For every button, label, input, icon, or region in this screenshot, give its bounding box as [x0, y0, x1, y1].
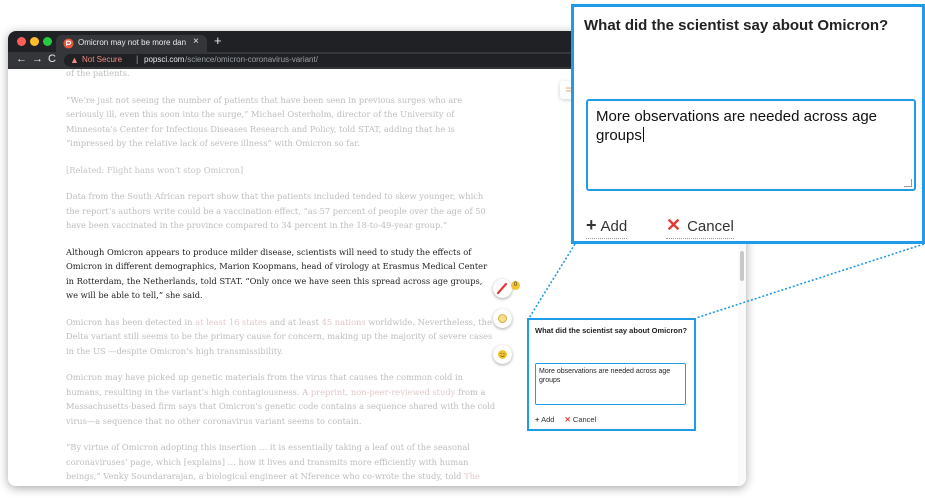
highlighted-paragraph: Although Omicron appears to produce mild…	[66, 246, 488, 301]
url-field[interactable]: ▲ Not Secure | popsci.com /science/omicr…	[64, 54, 584, 67]
article-paragraph: “By virtue of Omicron adopting this inse…	[66, 440, 496, 486]
pen-icon	[496, 282, 508, 295]
zoomed-annotation-form: What did the scientist say about Omicron…	[571, 4, 925, 244]
answer-textarea[interactable]: More observations are needed across age …	[535, 363, 686, 405]
cancel-button[interactable]: ✕ Cancel	[557, 415, 597, 424]
answer-text: More observations are needed across age …	[596, 108, 878, 144]
add-label: Add	[600, 218, 628, 235]
minimize-window-button[interactable]	[30, 37, 39, 46]
close-icon: ✕	[666, 215, 682, 235]
resize-handle[interactable]	[904, 179, 912, 187]
cancel-label: Cancel	[572, 415, 597, 424]
comment-tool-button[interactable]	[493, 309, 512, 328]
reload-button[interactable]: C	[48, 53, 56, 65]
tab-close-icon[interactable]: ×	[193, 36, 199, 47]
annotation-form-small: What did the scientist say about Omicron…	[527, 318, 696, 431]
article-body: of the patients. “We’re just not seeing …	[66, 69, 496, 486]
plus-icon: +	[535, 415, 540, 424]
paragraph-text: and at least	[267, 316, 322, 327]
article-paragraph: Omicron has been detected in at least 16…	[66, 315, 496, 359]
close-icon: ✕	[564, 415, 571, 424]
warning-icon: ▲	[70, 55, 79, 65]
paragraph-text: Omicron has been detected in	[66, 316, 196, 327]
preprint-study-link[interactable]: preprint, non-peer-reviewed study	[311, 387, 455, 397]
related-link[interactable]: [Related: Flight bans won’t stop Omicron…	[66, 163, 496, 178]
nations-link[interactable]: 45 nations	[322, 317, 366, 327]
url-path: /science/omicron-coronavirus-variant/	[185, 55, 318, 64]
tab-title: Omicron may not be more dan	[78, 38, 187, 47]
article-paragraph: of the patients.	[66, 69, 130, 78]
notification-badge: 0	[511, 281, 520, 290]
new-tab-button[interactable]: +	[214, 33, 222, 48]
paragraph-text: “By virtue of Omicron adopting this inse…	[66, 442, 470, 481]
add-button-zoomed[interactable]: + Add	[586, 215, 628, 239]
article-paragraph: Data from the South African report show …	[66, 191, 486, 230]
browser-tab[interactable]: Omicron may not be more dan ×	[56, 35, 207, 52]
form-actions: + Add ✕ Cancel	[535, 415, 596, 424]
question-label-zoomed: What did the scientist say about Omicron…	[584, 17, 889, 34]
cancel-button-zoomed[interactable]: ✕ Cancel	[666, 215, 734, 239]
add-button[interactable]: + Add	[535, 415, 554, 424]
forward-button[interactable]: →	[32, 53, 43, 65]
add-label: Add	[541, 415, 555, 424]
scrollbar-thumb[interactable]	[740, 251, 744, 281]
question-label: What did the scientist say about Omicron…	[535, 326, 688, 335]
article-paragraph: “We’re just not seeing the number of pat…	[66, 94, 463, 149]
close-window-button[interactable]	[17, 37, 26, 46]
url-host: popsci.com	[144, 55, 185, 64]
maximize-window-button[interactable]	[43, 37, 52, 46]
back-button[interactable]: ←	[16, 53, 27, 65]
reaction-tool-button[interactable]	[493, 345, 512, 364]
note-icon	[498, 314, 507, 323]
plus-icon: +	[586, 215, 597, 235]
emoji-icon	[498, 350, 507, 359]
url-separator: |	[136, 54, 139, 64]
answer-textarea-zoomed[interactable]: More observations are needed across age …	[586, 99, 916, 191]
text-caret	[642, 127, 644, 142]
security-indicator[interactable]: Not Secure	[82, 55, 122, 64]
article-paragraph: Omicron may have picked up genetic mater…	[66, 370, 496, 428]
highlighter-tool-button[interactable]	[493, 279, 512, 298]
states-link[interactable]: at least 16 states	[195, 317, 267, 327]
cancel-label: Cancel	[687, 218, 734, 235]
popsci-favicon-icon	[63, 38, 74, 49]
